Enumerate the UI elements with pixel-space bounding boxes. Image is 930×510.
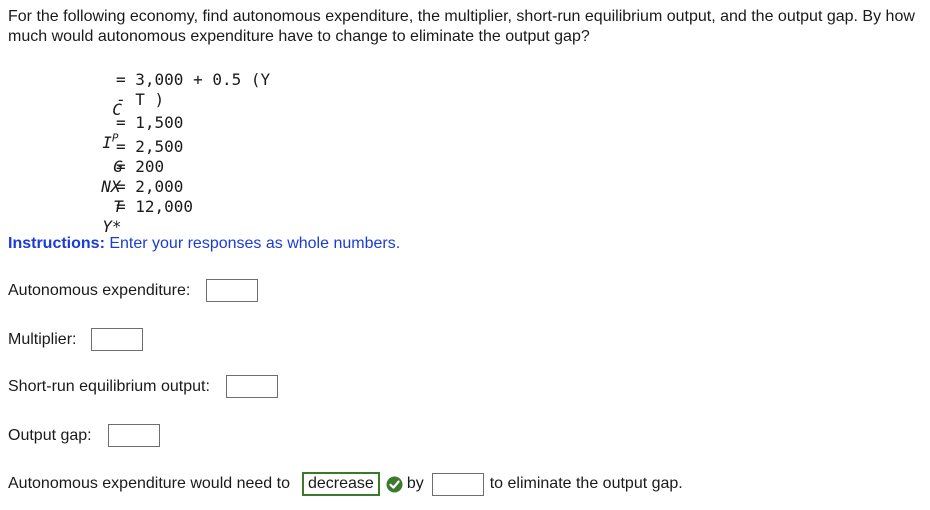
equation-ystar-rhs: = 12,000 [116,197,194,216]
direction-select[interactable]: decrease [301,472,380,496]
equation-nx-rhs: = 200 [116,157,165,176]
multiplier-input[interactable] [91,328,144,351]
final-suffix: to eliminate the output gap. [489,475,683,492]
final-row: Autonomous expenditure would need to dec… [8,472,683,496]
equation-ip-rhs: = 1,500 [116,113,184,132]
instructions: Instructions: Enter your responses as wh… [8,235,400,253]
short-run-output-input[interactable] [225,375,278,398]
equation-t-rhs: = 2,000 [116,177,184,196]
short-run-output-label: Short-run equilibrium output: [8,377,210,395]
equation-g-rhs: = 2,500 [116,137,184,156]
question-text: For the following economy, find autonomo… [8,8,915,45]
autonomous-expenditure-label: Autonomous expenditure: [8,281,191,299]
autonomous-expenditure-row: Autonomous expenditure: [8,279,259,302]
multiplier-label: Multiplier: [8,330,77,348]
output-gap-input[interactable] [107,424,160,447]
output-gap-label: Output gap: [8,426,92,444]
change-amount-input[interactable] [431,472,484,496]
final-prefix: Autonomous expenditure would need to [8,475,290,492]
equation-c-rhs-line2: - T ) [116,90,165,109]
instructions-label: Instructions: [8,235,105,252]
multiplier-row: Multiplier: [8,328,144,351]
autonomous-expenditure-input[interactable] [206,279,259,302]
output-gap-row: Output gap: [8,424,160,447]
short-run-output-row: Short-run equilibrium output: [8,375,278,398]
instructions-text: Enter your responses as whole numbers. [104,235,401,252]
check-icon [386,476,403,492]
equation-c-rhs-line1: = 3,000 + 0.5 (Y [116,70,271,89]
by-label: by [406,475,424,492]
